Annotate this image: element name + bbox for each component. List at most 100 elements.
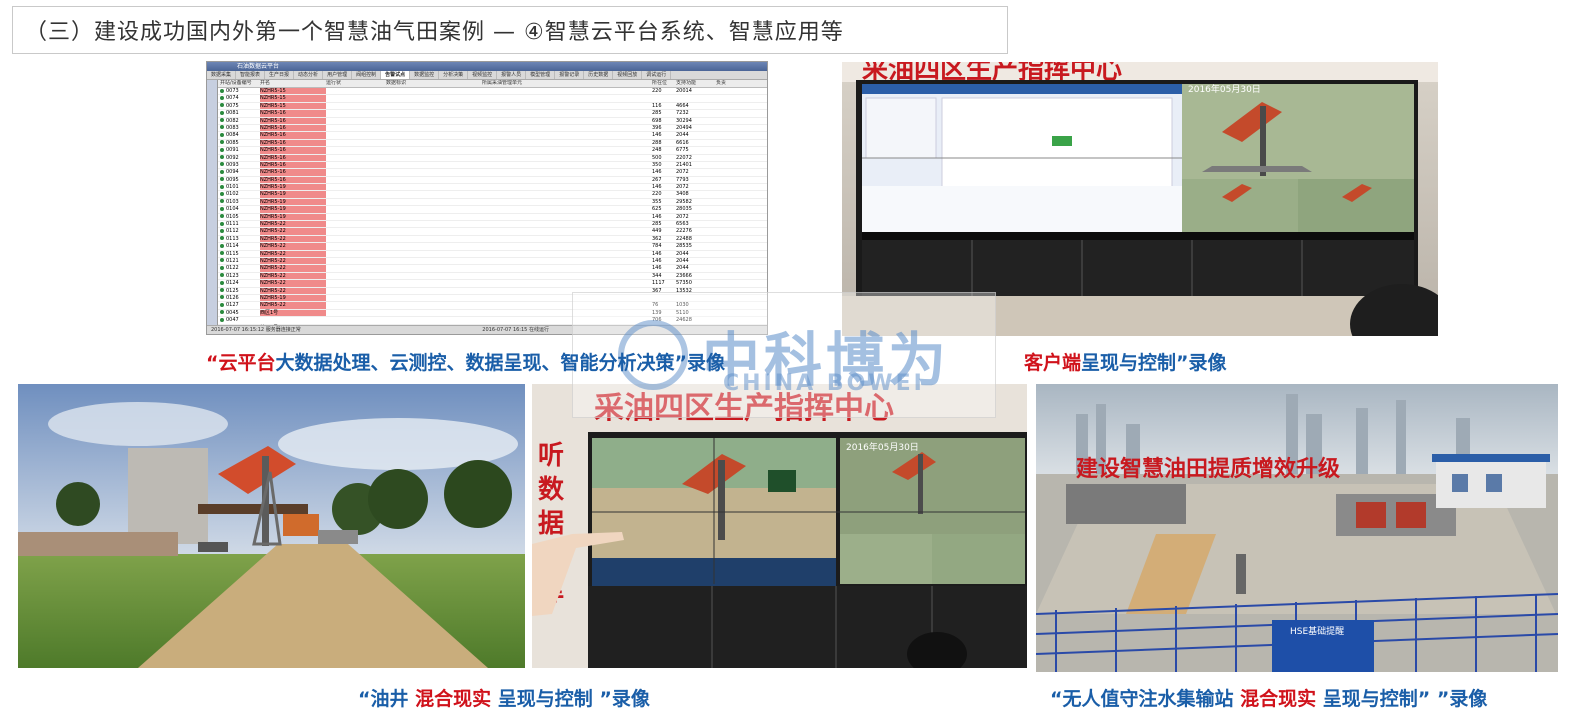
table-row[interactable]: 0083 NZHR5-16 396 20494 bbox=[218, 124, 767, 133]
table-row[interactable]: 0084 NZHR5-16 146 2044 bbox=[218, 132, 767, 140]
row-name-cell: NZHR5-22 bbox=[260, 280, 326, 287]
row-id-cell: 0091 bbox=[218, 147, 260, 153]
row-value-cell: 220 bbox=[652, 88, 662, 94]
table-row[interactable]: 0075 NZHR5-15 116 4664 bbox=[218, 102, 767, 111]
row-value-cell: 449 bbox=[652, 228, 662, 235]
hse-sign-text: HSE基础提醒 bbox=[1290, 625, 1344, 637]
row-empty-cell bbox=[482, 95, 576, 101]
row-name-cell: NZHR5-16 bbox=[260, 139, 326, 147]
table-row[interactable]: 0103 NZHR5-19 355 29582 bbox=[218, 198, 767, 207]
status-dot-icon bbox=[220, 169, 224, 174]
row-empty-cell bbox=[326, 118, 386, 124]
row-empty-cell bbox=[326, 199, 386, 205]
row-empty-cell bbox=[482, 317, 576, 323]
status-dot-icon bbox=[220, 184, 224, 189]
row-empty-cell bbox=[386, 295, 482, 301]
software-tab[interactable]: 生产日报 bbox=[265, 71, 295, 79]
row-empty-cell bbox=[386, 132, 482, 138]
software-tab[interactable]: 视频回放 bbox=[613, 71, 643, 79]
row-id-cell: 0105 bbox=[218, 214, 260, 220]
row-empty-cell bbox=[326, 95, 386, 101]
software-tab[interactable]: 告警试点 bbox=[381, 71, 411, 79]
software-tab[interactable]: 智能报表 bbox=[236, 71, 266, 79]
software-tab[interactable]: 用户管理 bbox=[323, 71, 353, 79]
software-tab[interactable]: 历史数据 bbox=[584, 71, 614, 79]
table-row[interactable]: 0101 NZHR5-19 146 2072 bbox=[218, 184, 767, 192]
row-name-cell: NZHR5-22 bbox=[260, 302, 326, 309]
status-dot-icon bbox=[220, 125, 224, 130]
grid-column-header bbox=[576, 80, 652, 87]
row-id-cell: 0122 bbox=[218, 265, 260, 271]
row-empty-cell bbox=[326, 280, 386, 286]
software-tab[interactable]: 调试运行 bbox=[642, 71, 672, 79]
row-name-cell: NZHR5-22 bbox=[260, 228, 326, 235]
table-row[interactable]: 0123 NZHR5-22 344 23666 bbox=[218, 272, 767, 281]
table-row[interactable]: 0112 NZHR5-22 449 22276 bbox=[218, 228, 767, 236]
row-id-cell: 0085 bbox=[218, 140, 260, 146]
table-row[interactable]: 0114 NZHR5-22 784 28535 bbox=[218, 243, 767, 251]
software-tab[interactable]: 动态分析 bbox=[294, 71, 324, 79]
row-value-cell: 22488 bbox=[676, 235, 692, 242]
software-tab[interactable]: 分析决策 bbox=[439, 71, 469, 79]
row-empty-cell bbox=[576, 265, 652, 271]
table-row[interactable]: 0093 NZHR5-16 350 21401 bbox=[218, 161, 767, 170]
table-row[interactable]: 0082 NZHR5-16 698 30294 bbox=[218, 117, 767, 125]
row-empty-cell bbox=[326, 169, 386, 175]
software-tab[interactable]: 阀组控制 bbox=[352, 71, 382, 79]
row-name-cell: NZHR5-19 bbox=[260, 213, 326, 221]
table-row[interactable]: 0091 NZHR5-16 248 6775 bbox=[218, 147, 767, 155]
row-name-cell: NZHR5-19 bbox=[260, 191, 326, 198]
row-value-cell: 146 bbox=[652, 132, 662, 139]
row-empty-cell bbox=[386, 95, 482, 101]
row-empty-cell bbox=[482, 273, 576, 279]
row-empty-cell bbox=[576, 199, 652, 205]
row-empty-cell bbox=[482, 251, 576, 257]
row-value-cell: 146 bbox=[652, 213, 662, 220]
software-tab[interactable]: 数据采集 bbox=[207, 71, 237, 79]
table-row[interactable]: 0105 NZHR5-19 146 2072 bbox=[218, 213, 767, 222]
table-row[interactable]: 0124 NZHR5-22 1117 57350 bbox=[218, 280, 767, 288]
software-tab[interactable]: 报警人员 bbox=[497, 71, 527, 79]
table-row[interactable]: 0074 NZHR5-15 bbox=[218, 95, 767, 103]
row-value-cell: 344 bbox=[652, 272, 662, 279]
table-row[interactable]: 0094 NZHR5-16 146 2072 bbox=[218, 169, 767, 177]
table-row[interactable]: 0121 NZHR5-22 146 2044 bbox=[218, 257, 767, 266]
table-row[interactable]: 0102 NZHR5-19 220 3408 bbox=[218, 191, 767, 199]
row-name-cell: NZHR5-22 bbox=[260, 235, 326, 243]
video-date-bottom: 2016年05月30日 bbox=[846, 441, 919, 453]
table-row[interactable]: 0115 NZHR5-22 146 2044 bbox=[218, 250, 767, 258]
software-tab[interactable]: 模型管理 bbox=[526, 71, 556, 79]
row-empty-cell bbox=[482, 288, 576, 294]
row-value-cell: 28035 bbox=[676, 206, 692, 213]
software-tab[interactable]: 报警记录 bbox=[555, 71, 585, 79]
row-empty-cell bbox=[482, 140, 576, 146]
table-row[interactable]: 0092 NZHR5-16 500 22072 bbox=[218, 154, 767, 162]
watermark-english: CHINA BOWEI bbox=[723, 371, 925, 396]
row-empty-cell bbox=[576, 214, 652, 220]
row-value-cell: 220 bbox=[652, 191, 662, 198]
table-row[interactable]: 0085 NZHR5-16 288 6616 bbox=[218, 139, 767, 148]
table-row[interactable]: 0073 NZHR5-15 220 20014 bbox=[218, 88, 767, 96]
software-tab[interactable]: 视频监控 bbox=[468, 71, 498, 79]
row-empty-cell bbox=[482, 132, 576, 138]
row-empty-cell bbox=[326, 206, 386, 212]
row-empty-cell bbox=[326, 295, 386, 301]
table-row[interactable]: 0104 NZHR5-19 625 28035 bbox=[218, 206, 767, 214]
table-row[interactable]: 0081 NZHR5-16 285 7232 bbox=[218, 110, 767, 118]
status-dot-icon bbox=[220, 155, 224, 160]
status-dot-icon bbox=[220, 302, 224, 307]
row-empty-cell bbox=[326, 317, 386, 323]
row-name-cell: NZHR5-16 bbox=[260, 117, 326, 124]
table-row[interactable]: 0111 NZHR5-22 285 6563 bbox=[218, 221, 767, 229]
table-row[interactable]: 0095 NZHR5-16 267 7793 bbox=[218, 176, 767, 185]
software-tab[interactable]: 数据监控 bbox=[410, 71, 440, 79]
row-id-cell: 0124 bbox=[218, 280, 260, 286]
grid-column-header: 所属采油管理单元 bbox=[482, 80, 523, 86]
table-row[interactable]: 0113 NZHR5-22 362 22488 bbox=[218, 235, 767, 244]
row-name-cell: NZHR5-16 bbox=[260, 169, 326, 176]
status-right: 2016-07-07 16:15 在线运行 bbox=[482, 327, 549, 333]
row-value-cell: 2072 bbox=[676, 184, 689, 191]
row-value-cell: 30294 bbox=[676, 117, 692, 124]
table-row[interactable]: 0122 NZHR5-22 146 2044 bbox=[218, 265, 767, 273]
row-empty-cell bbox=[386, 302, 482, 308]
